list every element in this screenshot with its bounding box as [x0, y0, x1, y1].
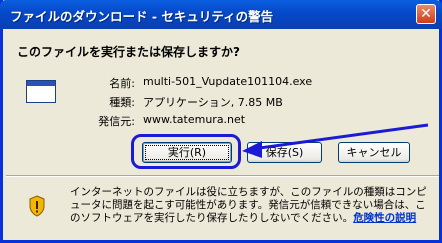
save-button[interactable]: 保存(S)	[247, 142, 322, 163]
risk-explanation-link[interactable]: 危険性の説明	[353, 212, 416, 224]
file-name-value: multi-501_Vupdate101104.exe	[143, 75, 313, 88]
cancel-button[interactable]: キャンセル	[338, 142, 410, 163]
file-name-label: 名前:	[109, 77, 135, 90]
window-title: ファイルのダウンロード - セキュリティの警告	[10, 9, 274, 24]
title-bar[interactable]: ファイルのダウンロード - セキュリティの警告 ✕	[0, 0, 442, 29]
prompt-question: このファイルを実行または保存しますか?	[17, 45, 240, 59]
close-button[interactable]: ✕	[416, 4, 436, 24]
divider	[6, 175, 439, 177]
annotation-highlight-box	[131, 134, 241, 169]
file-type-label: 種類:	[109, 96, 135, 109]
file-type-value: アプリケーション, 7.85 MB	[143, 96, 283, 109]
security-shield-icon	[29, 195, 45, 217]
security-warning: インターネットのファイルは役に立ちますが、このファイルの種類はコンピュータに問題…	[70, 186, 430, 225]
application-window-icon	[26, 80, 56, 103]
file-source-value: www.tatemura.net	[143, 113, 246, 126]
file-download-dialog: ファイルのダウンロード - セキュリティの警告 ✕ このファイルを実行または保存…	[0, 0, 442, 243]
file-source-label: 発信元:	[98, 115, 135, 128]
close-icon: ✕	[420, 6, 432, 22]
